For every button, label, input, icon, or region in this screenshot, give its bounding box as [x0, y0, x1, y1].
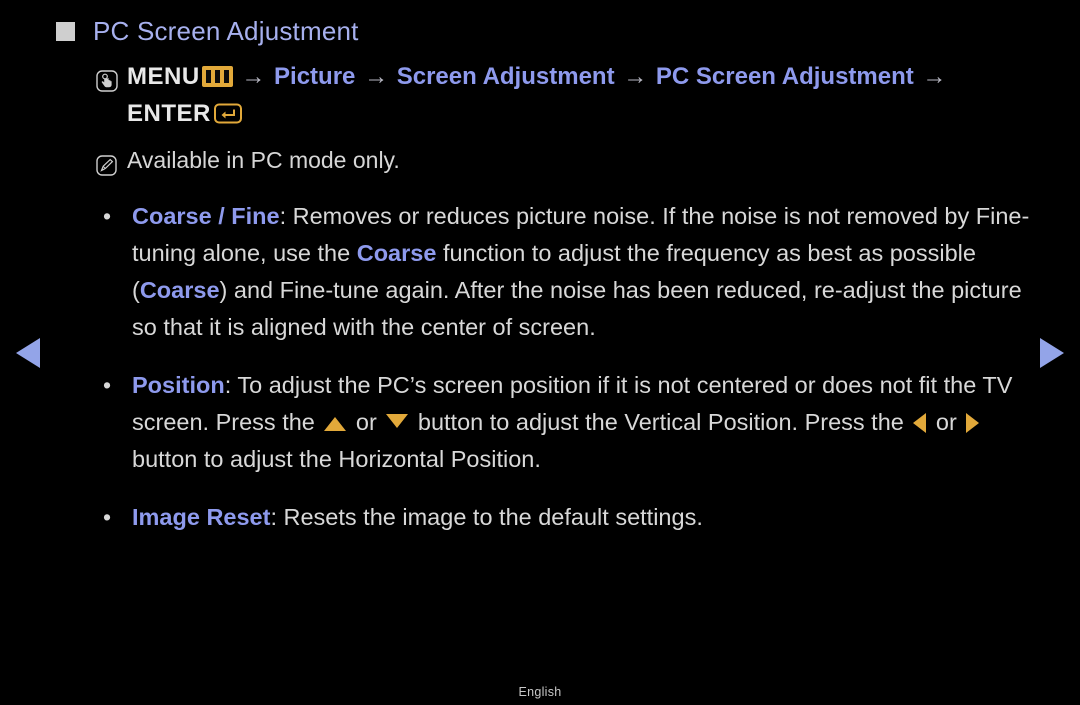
arrow-up-icon [324, 417, 347, 431]
emanual-page: PC Screen Adjustment MENU → Picture → Sc… [0, 0, 1080, 705]
bullet-1-text-2: or [349, 409, 384, 435]
note-pencil-icon [96, 152, 117, 176]
bullet-1-text-3: button to adjust the Vertical Position. … [411, 409, 911, 435]
path-step-screen-adjustment: Screen Adjustment [396, 63, 615, 90]
keyword-coarse-fine: Coarse / Fine [132, 203, 280, 229]
bullet-image-reset: • Image Reset: Resets the image to the d… [96, 499, 1036, 536]
arrow-left-icon [913, 413, 927, 433]
keyword-coarse-inline-1: Coarse [356, 240, 437, 266]
enter-return-icon [213, 98, 242, 124]
bullet-1-text-5: button to adjust the Horizontal Position… [132, 446, 541, 472]
bullet-1-text-4: or [929, 409, 964, 435]
menu-button-label: MENU [127, 63, 200, 90]
path-separator-2: → [364, 63, 389, 90]
bullet-image-reset-text: Image Reset: Resets the image to the def… [132, 499, 1036, 536]
bullet-coarse-fine-text: Coarse / Fine: Removes or reduces pictur… [132, 198, 1036, 346]
language-footer: English [518, 685, 562, 699]
note-text: Available in PC mode only. [127, 147, 400, 173]
bullet-marker: • [103, 504, 112, 530]
keyword-coarse-inline-2: Coarse [139, 277, 220, 303]
keyword-image-reset: Image Reset [132, 504, 271, 530]
menu-path-text: MENU → Picture → Screen Adjustment → PC … [127, 58, 1036, 132]
arrow-down-icon [386, 414, 409, 428]
note-line: Available in PC mode only. [96, 144, 1036, 177]
path-separator-4: → [922, 63, 947, 90]
hand-press-icon [96, 66, 118, 92]
bullet-0-text-3: ) and Fine-tune again. After the noise h… [132, 277, 1022, 340]
filled-square-icon [56, 22, 75, 41]
content-area: MENU → Picture → Screen Adjustment → PC … [96, 58, 1036, 536]
menu-path: MENU → Picture → Screen Adjustment → PC … [96, 58, 1036, 132]
menu-bars-icon [201, 66, 233, 87]
path-step-pc-screen-adjustment: PC Screen Adjustment [655, 63, 914, 90]
page-title: PC Screen Adjustment [93, 16, 359, 46]
path-step-picture: Picture [274, 63, 356, 90]
triangle-right-icon[interactable] [1040, 338, 1064, 368]
path-separator-1: → [241, 63, 266, 90]
page-title-row: PC Screen Adjustment [56, 16, 359, 47]
bullet-marker: • [103, 372, 112, 398]
bullet-position: • Position: To adjust the PC’s screen po… [96, 367, 1036, 478]
triangle-left-icon[interactable] [16, 338, 40, 368]
bullet-2-text-1: Resets the image to the default settings… [276, 504, 703, 530]
bullet-coarse-fine: • Coarse / Fine: Removes or reduces pict… [96, 198, 1036, 346]
bullet-marker: • [103, 203, 112, 229]
path-separator-3: → [623, 63, 648, 90]
arrow-right-icon [966, 413, 980, 433]
keyword-position: Position [132, 372, 225, 398]
bullet-position-text: Position: To adjust the PC’s screen posi… [132, 367, 1036, 478]
enter-button-label: ENTER [127, 100, 211, 127]
